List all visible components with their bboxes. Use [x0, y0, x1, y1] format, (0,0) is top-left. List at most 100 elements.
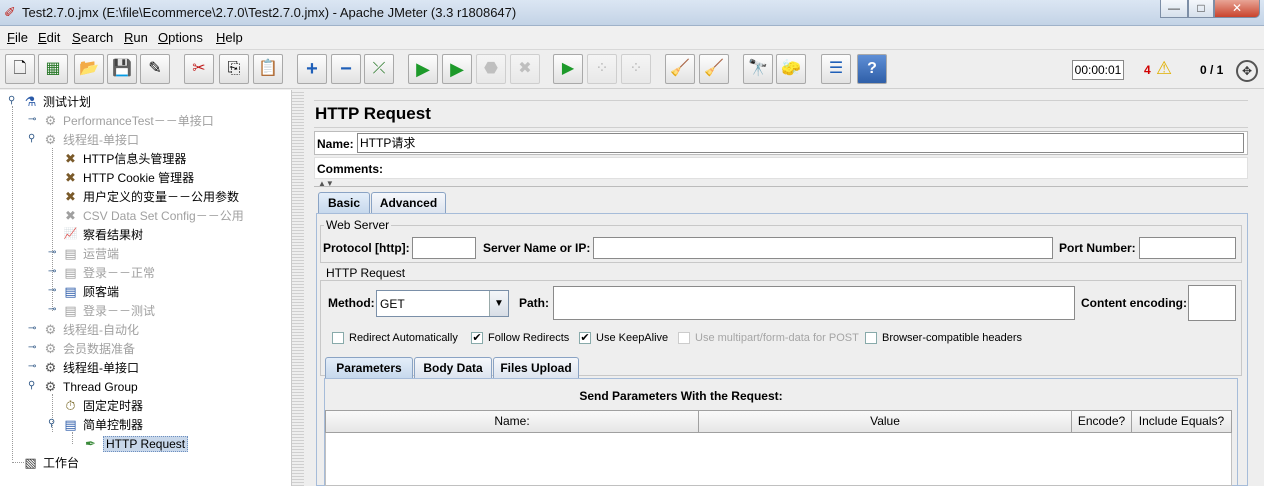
tree-node-controller[interactable]: ▤ 登录－－正常	[62, 263, 155, 282]
clear-button[interactable]: 🧹	[665, 54, 695, 84]
warning-icon[interactable]: ⚠	[1156, 58, 1172, 79]
tree-expander-14[interactable]: ⊸	[28, 362, 36, 372]
remote-stop-all-button[interactable]: ⁘	[587, 54, 617, 84]
templates-button[interactable]: ▦	[38, 54, 68, 84]
close-button[interactable]: ✕	[1214, 0, 1260, 18]
path-label: Path:	[519, 296, 549, 310]
follow-redirects-checkbox[interactable]: ✔ Follow Redirects	[471, 332, 569, 344]
tab-parameters[interactable]: Parameters	[325, 357, 413, 379]
use-keepalive-checkbox[interactable]: ✔ Use KeepAlive	[579, 332, 668, 344]
save-as-button[interactable]: ✎	[140, 54, 170, 84]
tree-node-controller[interactable]: ▤ 运营端	[62, 244, 119, 263]
tree-node-http-request[interactable]: ✒ HTTP Request	[82, 434, 189, 453]
tree-node-controller[interactable]: ▤ 登录－－测试	[62, 301, 155, 320]
tree-node-thread-group[interactable]: ⚙ 线程组-单接口	[42, 130, 139, 149]
tree-node-timer[interactable]: ⏱ 固定定时器	[62, 396, 143, 415]
browser-compatible-headers-checkbox[interactable]: Browser-compatible headers	[865, 332, 1022, 344]
tree-node-controller[interactable]: ▤ 顾客端	[62, 282, 119, 301]
column-header-encode[interactable]: Encode?	[1072, 411, 1132, 432]
tree-expander-1[interactable]: ⊸	[28, 115, 36, 125]
menu-options-rest: ptions	[168, 30, 203, 45]
tree-expander-2[interactable]: ⚲	[28, 134, 36, 144]
expand-all-button[interactable]: +	[297, 54, 327, 84]
tree-node-listener[interactable]: 📈 察看结果树	[62, 225, 143, 244]
tree-node-config-element[interactable]: ✖ HTTP Cookie 管理器	[62, 168, 194, 187]
tree-expander-12[interactable]: ⊸	[28, 324, 36, 334]
column-header-name[interactable]: Name:	[326, 411, 699, 432]
tree-node-thread-group[interactable]: ⚙ PerformanceTest－－单接口	[42, 111, 214, 130]
shutdown-button[interactable]: ✖	[510, 54, 540, 84]
tree-expander-8[interactable]: ⊸	[48, 248, 56, 258]
timer-icon: ⏱	[65, 398, 76, 413]
new-button[interactable]: 🗋	[5, 54, 35, 84]
tree-node-test-plan[interactable]: ⚗ 测试计划	[22, 92, 91, 111]
tree-expander-10[interactable]: ⊸	[48, 286, 56, 296]
menu-options[interactable]: Options	[158, 30, 203, 45]
port-number-input[interactable]	[1139, 237, 1236, 259]
reset-search-button[interactable]: 🧽	[776, 54, 806, 84]
tree-node-controller[interactable]: ▤ 简单控制器	[62, 415, 143, 434]
chevron-down-icon[interactable]: ▼	[489, 291, 508, 316]
server-name-label: Server Name or IP:	[483, 241, 591, 255]
use-multipart-checkbox[interactable]: Use multipart/form-data for POST	[678, 332, 859, 344]
stop-button[interactable]: ⬣	[476, 54, 506, 84]
checkbox-box	[678, 332, 690, 344]
copy-icon: ⎘	[227, 60, 241, 77]
split-pane-divider[interactable]	[292, 90, 304, 486]
maximize-button[interactable]: □	[1188, 0, 1214, 18]
tree-expander-17[interactable]: ⚲	[48, 419, 56, 429]
remote-engines-icon[interactable]: ✥	[1236, 60, 1258, 82]
tree-expander-15[interactable]: ⚲	[28, 381, 36, 391]
tree-node-config-element[interactable]: ✖ HTTP信息头管理器	[62, 149, 186, 168]
redirect-automatically-checkbox[interactable]: Redirect Automatically	[332, 332, 458, 344]
tab-files-upload[interactable]: Files Upload	[493, 357, 579, 379]
paste-button[interactable]: 📋	[253, 54, 283, 84]
protocol-input[interactable]	[412, 237, 476, 259]
column-header-include-equals[interactable]: Include Equals?	[1132, 411, 1231, 432]
name-input[interactable]: HTTP请求	[357, 133, 1244, 153]
tree-node-thread-group[interactable]: ⚙ 线程组-单接口	[42, 358, 139, 377]
menu-run[interactable]: Run	[124, 30, 148, 45]
tree-expander-11[interactable]: ⊸	[48, 305, 56, 315]
minimize-button[interactable]: —	[1160, 0, 1188, 18]
tree-expander-13[interactable]: ⊸	[28, 343, 36, 353]
function-helper-button[interactable]: ☰	[821, 54, 851, 84]
tab-body-data[interactable]: Body Data	[414, 357, 492, 379]
tree-node-config-element[interactable]: ✖ 用户定义的变量－－公用参数	[62, 187, 239, 206]
open-button[interactable]: 📂	[74, 54, 104, 84]
copy-button[interactable]: ⎘	[219, 54, 249, 84]
tree-node-thread-group[interactable]: ⚙ 会员数据准备	[42, 339, 135, 358]
tree-expander-9[interactable]: ⊸	[48, 267, 56, 277]
clear-all-button[interactable]: 🧹	[699, 54, 729, 84]
path-input[interactable]	[553, 286, 1075, 320]
toggle-icon: ⤫	[372, 60, 386, 77]
menu-help[interactable]: Help	[216, 30, 243, 45]
menu-search[interactable]: Search	[72, 30, 113, 45]
column-header-value[interactable]: Value	[699, 411, 1072, 432]
comments-field[interactable]	[314, 157, 1248, 179]
checkbox-label: Use KeepAlive	[596, 332, 669, 344]
search-button[interactable]: 🔭	[743, 54, 773, 84]
tab-basic[interactable]: Basic	[318, 192, 370, 214]
help-button[interactable]: ?	[857, 54, 887, 84]
tree-node-workbench[interactable]: ▧ 工作台	[22, 453, 79, 472]
save-button[interactable]: 💾	[107, 54, 137, 84]
start-button[interactable]: ▶	[408, 54, 438, 84]
menu-edit[interactable]: Edit	[38, 30, 60, 45]
tree-node-config-element[interactable]: ✖ CSV Data Set Config－－公用	[62, 206, 244, 225]
tree-node-thread-group[interactable]: ⚙ Thread Group	[42, 377, 138, 396]
toggle-button[interactable]: ⤫	[364, 54, 394, 84]
remote-start-all-button[interactable]: ▶	[553, 54, 583, 84]
params-heading: Send Parameters With the Request:	[579, 389, 783, 403]
parameters-table-body[interactable]	[325, 433, 1232, 486]
cut-button[interactable]: ✂	[184, 54, 214, 84]
remote-shutdown-all-button[interactable]: ⁘	[621, 54, 651, 84]
tree-expander-root[interactable]: ⚲	[8, 96, 16, 106]
tab-advanced[interactable]: Advanced	[371, 192, 446, 214]
tree-node-thread-group[interactable]: ⚙ 线程组-自动化	[42, 320, 139, 339]
server-name-input[interactable]	[593, 237, 1053, 259]
start-no-pauses-button[interactable]: ▶	[442, 54, 472, 84]
menu-file[interactable]: File	[7, 30, 28, 45]
content-encoding-input[interactable]	[1188, 285, 1236, 321]
collapse-all-button[interactable]: −	[331, 54, 361, 84]
